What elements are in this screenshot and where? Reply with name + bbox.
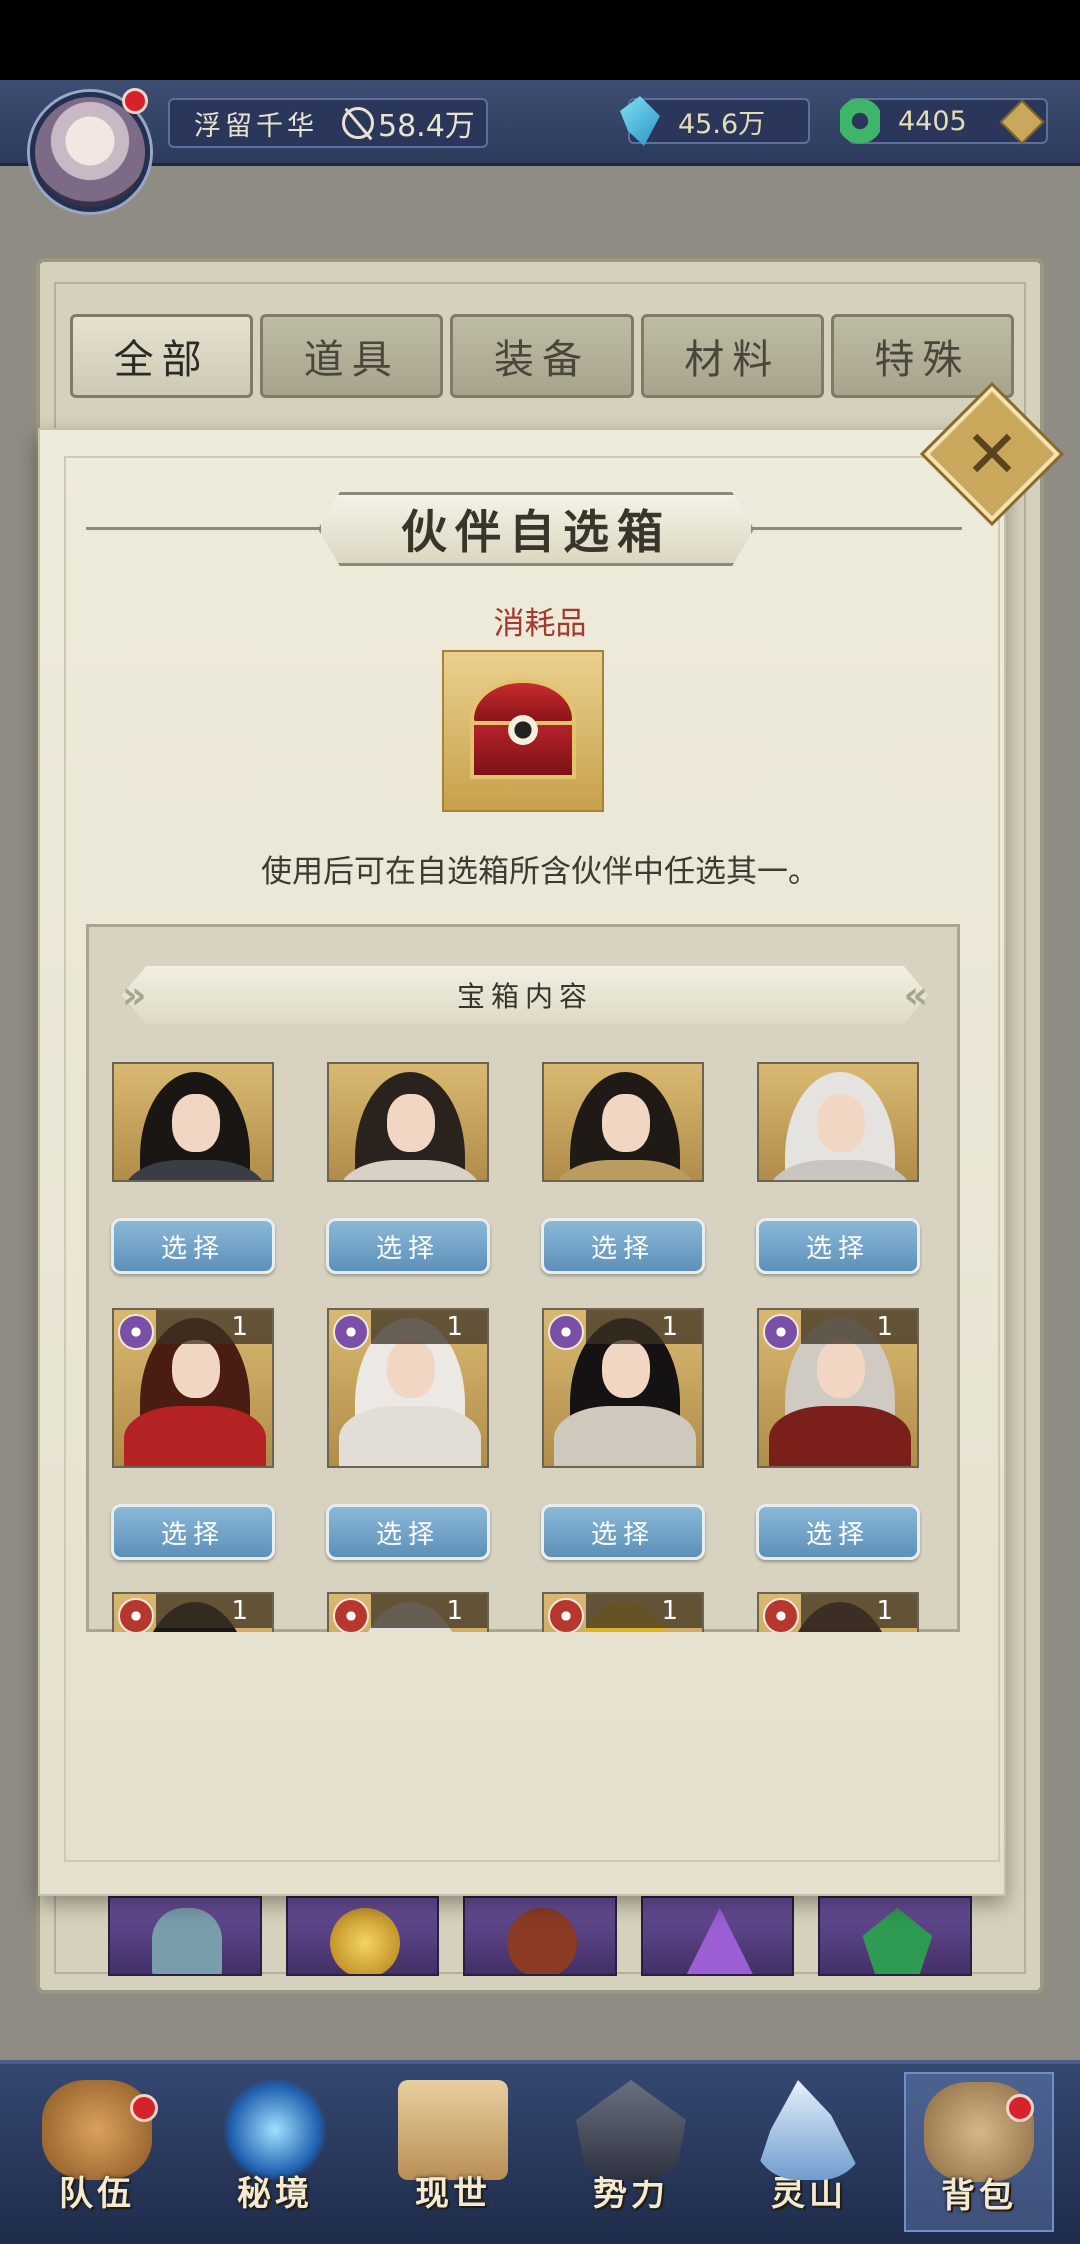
element-icon [118, 1598, 154, 1632]
nav-label: 背包 [941, 2176, 1017, 2216]
element-icon [548, 1598, 584, 1632]
treasure-chest-icon [464, 679, 582, 783]
team-icon [42, 2080, 152, 2180]
crystal-currency[interactable]: 45.6万 [620, 96, 810, 146]
map-scroll-icon [398, 2080, 508, 2180]
nav-label: 现世 [415, 2174, 491, 2214]
element-icon [333, 1314, 369, 1350]
element-icon [118, 1314, 154, 1350]
nav-label: 队伍 [59, 2174, 135, 2214]
player-info-plate[interactable]: 浮留千华 58.4万 [168, 98, 488, 148]
partner-portrait: 1 [542, 1592, 704, 1632]
partner-count: 1 [661, 1312, 678, 1342]
partner-portrait: 1 [327, 1308, 489, 1468]
partner-count: 1 [231, 1312, 248, 1342]
crystal-amount: 45.6万 [678, 108, 766, 140]
select-button[interactable]: 选择 [326, 1504, 490, 1560]
select-button[interactable]: 选择 [111, 1504, 275, 1560]
element-icon [763, 1598, 799, 1632]
game-screen: { "player": { "name": "浮留千华", "power": "… [0, 0, 1080, 2244]
element-icon [333, 1598, 369, 1632]
partner-count: 1 [446, 1312, 463, 1342]
partner-portrait [542, 1062, 704, 1182]
nav-world[interactable]: 现世 [378, 2072, 528, 2232]
chevron-right-icon: « [903, 973, 928, 1017]
select-button[interactable]: 选择 [111, 1218, 275, 1274]
partner-portrait [757, 1062, 919, 1182]
nav-secret-realm[interactable]: 秘境 [200, 2072, 350, 2232]
partner-portrait: 1 [542, 1308, 704, 1468]
close-icon[interactable]: ✕ [944, 406, 1040, 502]
partner-count: 1 [876, 1312, 893, 1342]
item-icon-frame [442, 650, 604, 812]
title-divider-right [752, 527, 962, 530]
partner-portrait [112, 1062, 274, 1182]
bag-item-stone[interactable] [108, 1896, 262, 1976]
chest-contents-header: 宝箱内容 [122, 966, 928, 1024]
element-icon [763, 1314, 799, 1350]
power-value: 58.4万 [378, 109, 475, 144]
power-icon [342, 107, 374, 139]
bag-item-token[interactable] [463, 1896, 617, 1976]
select-button[interactable]: 选择 [541, 1504, 705, 1560]
bag-item-emerald[interactable] [818, 1896, 972, 1976]
partner-portrait [327, 1062, 489, 1182]
element-icon [548, 1314, 584, 1350]
mountain-icon [754, 2080, 864, 2180]
select-button[interactable]: 选择 [756, 1504, 920, 1560]
item-type-label: 消耗品 [493, 606, 587, 642]
nav-faction[interactable]: 势力 [556, 2072, 706, 2232]
jade-currency[interactable]: 4405 [840, 96, 1048, 146]
nav-label: 秘境 [237, 2174, 313, 2214]
partner-count: 1 [876, 1596, 893, 1626]
bag-item-crystal[interactable] [640, 1896, 795, 1976]
chevron-left-icon: » [122, 973, 147, 1017]
add-jade-icon[interactable] [999, 99, 1045, 145]
popup-title: 伙伴自选箱 [318, 492, 754, 566]
portal-icon [220, 2080, 330, 2180]
select-button[interactable]: 选择 [326, 1218, 490, 1274]
bag-item-gold-orb[interactable] [285, 1896, 440, 1976]
notification-dot [122, 88, 148, 114]
tab-equipment[interactable]: 装备 [450, 314, 634, 398]
tab-all[interactable]: 全部 [70, 314, 254, 398]
nav-spirit-mountain[interactable]: 灵山 [734, 2072, 884, 2232]
nav-backpack[interactable]: 背包 [904, 2072, 1054, 2232]
player-name: 浮留千华 [194, 110, 318, 142]
partner-portrait: 1 [327, 1592, 489, 1632]
partner-portrait: 1 [757, 1592, 919, 1632]
notification-dot [1006, 2094, 1034, 2122]
item-description: 使用后可在自选箱所含伙伴中任选其一。 [261, 854, 819, 890]
select-button[interactable]: 选择 [541, 1218, 705, 1274]
tab-materials[interactable]: 材料 [640, 314, 824, 398]
partner-portrait: 1 [112, 1308, 274, 1468]
jade-icon [840, 96, 880, 146]
notification-dot [130, 2094, 158, 2122]
title-divider-left [86, 527, 326, 530]
bag-item-row [108, 1896, 972, 1976]
partner-count: 1 [446, 1596, 463, 1626]
partner-count: 1 [231, 1596, 248, 1626]
palace-icon [576, 2080, 686, 2180]
select-button[interactable]: 选择 [756, 1218, 920, 1274]
partner-portrait: 1 [112, 1592, 274, 1632]
status-bar [0, 0, 1080, 80]
bag-tabs: 全部 道具 装备 材料 特殊 [70, 314, 1015, 398]
partner-portrait: 1 [757, 1308, 919, 1468]
partner-count: 1 [661, 1596, 678, 1626]
tab-special[interactable]: 特殊 [830, 314, 1015, 398]
tab-items[interactable]: 道具 [260, 314, 444, 398]
partner-grid[interactable]: 选择 选择 选择 选择 1 1 1 1 选择 选择 选择 选择 1 1 1 1 [86, 1058, 960, 1632]
jade-amount: 4405 [898, 105, 967, 137]
